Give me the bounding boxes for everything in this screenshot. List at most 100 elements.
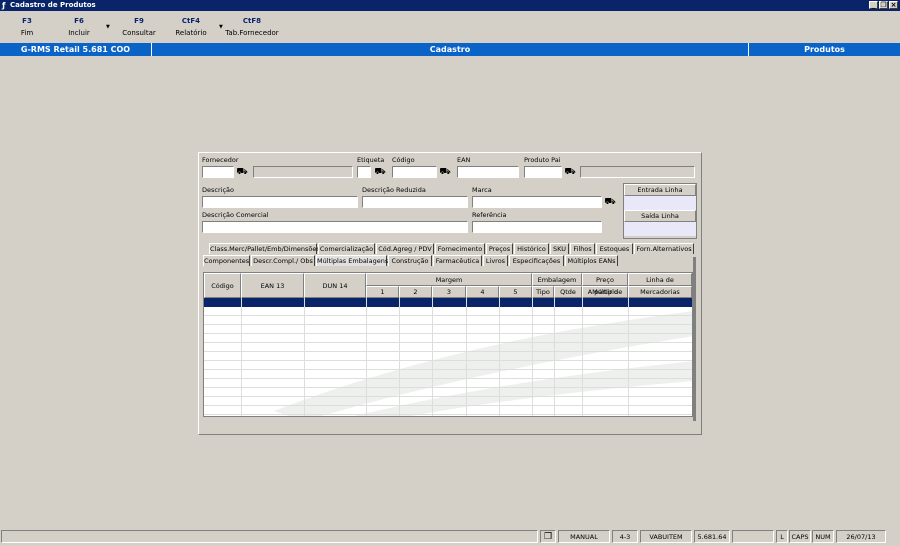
tab-especificacoes[interactable]: Especificações bbox=[509, 255, 564, 266]
col-margem-5[interactable]: 5 bbox=[499, 286, 532, 298]
col-codigo[interactable]: Código bbox=[204, 273, 241, 298]
grid-divider bbox=[304, 298, 305, 416]
etiqueta-search-icon[interactable]: ⛟ bbox=[374, 166, 386, 178]
tab-descr-compl[interactable]: Descr.Compl./ Obs bbox=[251, 255, 315, 266]
col-mercadorias[interactable]: Mercadorias bbox=[628, 286, 692, 298]
descricao-label: Descrição bbox=[202, 186, 234, 194]
tab-cod-agreg[interactable]: Cód.Agreg / PDV bbox=[376, 243, 434, 254]
minimize-icon[interactable]: _ bbox=[869, 1, 878, 9]
fornecedor-name-field bbox=[253, 166, 353, 178]
entrada-linha-label: Entrada Linha bbox=[624, 184, 696, 196]
grid-divider bbox=[241, 298, 242, 416]
marca-search-icon[interactable]: ⛟ bbox=[604, 196, 616, 208]
close-icon[interactable]: × bbox=[889, 1, 898, 9]
linha-box: Entrada Linha Saída Linha bbox=[623, 183, 697, 239]
col-tipo[interactable]: Tipo bbox=[532, 286, 554, 298]
status-num: NUM bbox=[812, 530, 834, 543]
codigo-search-icon[interactable]: ⛟ bbox=[439, 166, 451, 178]
table-row[interactable] bbox=[204, 352, 692, 361]
tab-historico[interactable]: Histórico bbox=[514, 243, 549, 254]
produto-pai-label: Produto Pai bbox=[524, 156, 561, 164]
button-label: Relatório bbox=[175, 29, 207, 37]
table-row[interactable] bbox=[204, 370, 692, 379]
clipboard-icon[interactable]: ❒ bbox=[540, 530, 556, 543]
descricao-reduzida-input[interactable] bbox=[362, 196, 468, 208]
referencia-input[interactable] bbox=[472, 221, 602, 233]
table-row[interactable] bbox=[204, 307, 692, 316]
codigo-input[interactable] bbox=[392, 166, 437, 178]
produto-pai-name-field bbox=[580, 166, 695, 178]
grid-divider bbox=[628, 298, 629, 416]
etiqueta-label: Etiqueta bbox=[357, 156, 385, 164]
col-margem-4[interactable]: 4 bbox=[466, 286, 499, 298]
col-margem-2[interactable]: 2 bbox=[399, 286, 432, 298]
col-linha-de: Linha de bbox=[628, 273, 692, 286]
status-caps: CAPS bbox=[789, 530, 811, 543]
tab-sku[interactable]: SKU bbox=[550, 243, 569, 254]
produto-pai-search-icon[interactable]: ⛟ bbox=[564, 166, 576, 178]
col-dun14[interactable]: DUN 14 bbox=[304, 273, 366, 298]
table-row[interactable] bbox=[204, 388, 692, 397]
tab-livros[interactable]: Livros bbox=[483, 255, 508, 266]
relatorio-button[interactable]: CtF4 Relatório bbox=[161, 17, 221, 37]
tab-fornecimento[interactable]: Fornecimento bbox=[435, 243, 485, 254]
etiqueta-input[interactable] bbox=[357, 166, 371, 178]
restore-icon[interactable]: ❐ bbox=[879, 1, 888, 9]
table-row[interactable] bbox=[204, 397, 692, 406]
incluir-button[interactable]: F6 Incluir bbox=[49, 17, 109, 37]
table-row[interactable] bbox=[204, 325, 692, 334]
table-row[interactable] bbox=[204, 406, 692, 415]
status-version: 5.681.64 bbox=[694, 530, 730, 543]
tab-frame-shadow bbox=[693, 257, 696, 421]
app-icon: ƒ bbox=[2, 1, 6, 10]
table-row[interactable] bbox=[204, 361, 692, 370]
marca-input[interactable] bbox=[472, 196, 602, 208]
header-screen: Produtos bbox=[804, 45, 845, 54]
referencia-label: Referência bbox=[472, 211, 507, 219]
table-row[interactable] bbox=[204, 334, 692, 343]
descricao-comercial-input[interactable] bbox=[202, 221, 468, 233]
grid-divider bbox=[554, 298, 555, 416]
window-title: Cadastro de Produtos bbox=[10, 1, 96, 9]
tab-componentes[interactable]: Componentes bbox=[203, 255, 250, 266]
col-embalagem: Embalagem bbox=[532, 273, 582, 286]
button-label: Consultar bbox=[122, 29, 156, 37]
status-date: 26/07/13 bbox=[836, 530, 886, 543]
status-l: L bbox=[776, 530, 788, 543]
tab-forn-alternativos[interactable]: Forn.Alternativos bbox=[634, 243, 694, 254]
grid-divider bbox=[466, 298, 467, 416]
fornecedor-search-icon[interactable]: ⛟ bbox=[236, 166, 248, 178]
tab-farmaceutica[interactable]: Farmacêutica bbox=[433, 255, 482, 266]
col-ean13[interactable]: EAN 13 bbox=[241, 273, 304, 298]
tab-construcao[interactable]: Construção bbox=[388, 255, 432, 266]
tab-multiplas-embalagens[interactable]: Múltiplas Embalagens bbox=[316, 255, 388, 266]
descricao-input[interactable] bbox=[202, 196, 358, 208]
tab-fornecedor-button[interactable]: CtF8 Tab.Fornecedor bbox=[222, 17, 282, 37]
multiplas-embalagens-grid[interactable]: Código EAN 13 DUN 14 Margem 1 2 3 4 5 Em… bbox=[203, 272, 693, 417]
codigo-label: Código bbox=[392, 156, 415, 164]
ean-input[interactable] bbox=[457, 166, 519, 178]
col-qtde[interactable]: Qtde bbox=[554, 286, 582, 298]
selected-row[interactable] bbox=[204, 298, 692, 307]
shortcut-key: F9 bbox=[134, 17, 144, 25]
col-margem-1[interactable]: 1 bbox=[366, 286, 399, 298]
saida-linha-label: Saída Linha bbox=[624, 210, 696, 222]
table-row[interactable] bbox=[204, 379, 692, 388]
tab-estoques[interactable]: Estoques bbox=[596, 243, 633, 254]
col-a-partir-de[interactable]: A partir de bbox=[582, 286, 628, 298]
table-row[interactable] bbox=[204, 316, 692, 325]
consultar-button[interactable]: F9 Consultar bbox=[109, 17, 169, 37]
grid-divider bbox=[499, 298, 500, 416]
tab-filhos[interactable]: Filhos bbox=[570, 243, 595, 254]
fornecedor-input[interactable] bbox=[202, 166, 234, 178]
col-margem-3[interactable]: 3 bbox=[432, 286, 466, 298]
product-form-panel: Fornecedor ⛟ Etiqueta ⛟ Código ⛟ EAN Pro… bbox=[198, 152, 702, 435]
tab-comercializacao[interactable]: Comercialização bbox=[318, 243, 375, 254]
table-row[interactable] bbox=[204, 343, 692, 352]
tab-precos[interactable]: Preços bbox=[486, 243, 513, 254]
produto-pai-input[interactable] bbox=[524, 166, 562, 178]
shortcut-key: F6 bbox=[74, 17, 84, 25]
status-empty bbox=[732, 530, 774, 543]
tab-class-merc[interactable]: Class.Merc/Pallet/Emb/Dimensões bbox=[209, 243, 320, 254]
tab-multiplos-eans[interactable]: Múltiplos EANs bbox=[565, 255, 618, 266]
